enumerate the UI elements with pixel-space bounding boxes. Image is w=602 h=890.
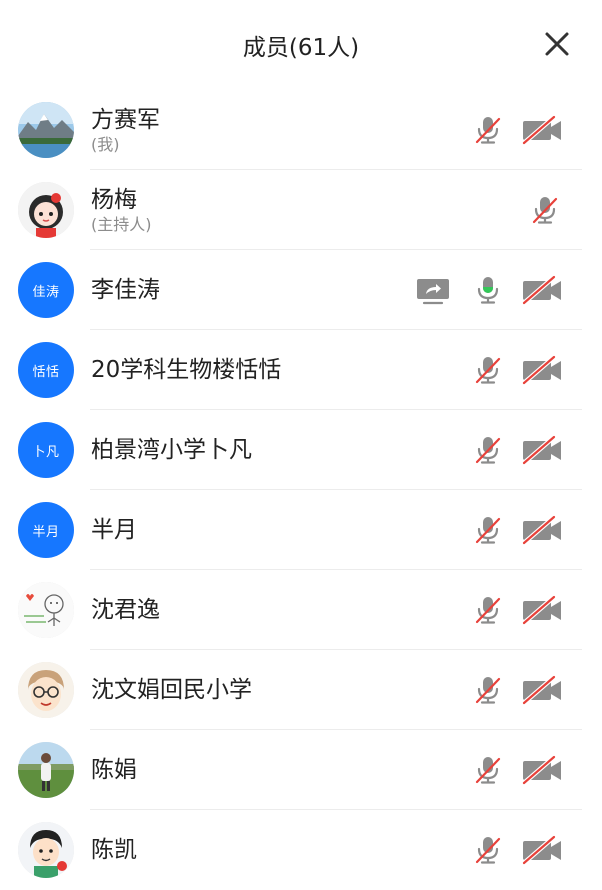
mic-muted-icon[interactable] — [469, 751, 507, 789]
header: 成员(61人) — [0, 0, 602, 90]
member-row[interactable]: 陈凯 — [0, 810, 602, 890]
camera-off-icon[interactable] — [520, 671, 564, 709]
mic-active-icon[interactable] — [469, 271, 507, 309]
member-name: 沈君逸 — [91, 597, 160, 623]
mic-muted-icon[interactable] — [469, 431, 507, 469]
member-row[interactable]: 恬恬 20学科生物楼恬恬 — [0, 330, 602, 410]
member-name: 方赛军 — [91, 107, 160, 133]
avatar — [18, 102, 74, 158]
member-row[interactable]: 半月 半月 — [0, 490, 602, 570]
member-name: 杨梅 — [91, 187, 137, 213]
member-info: 柏景湾小学卜凡 — [91, 410, 252, 490]
mic-muted-icon[interactable] — [469, 111, 507, 149]
member-name: 李佳涛 — [91, 277, 160, 303]
member-row[interactable]: 沈君逸 — [0, 570, 602, 650]
member-row[interactable]: 卜凡 柏景湾小学卜凡 — [0, 410, 602, 490]
member-role: (我) — [91, 135, 120, 154]
member-name: 柏景湾小学卜凡 — [91, 437, 252, 463]
mic-muted-icon[interactable] — [469, 351, 507, 389]
avatar: 恬恬 — [18, 342, 74, 398]
mic-muted-icon[interactable] — [469, 831, 507, 869]
avatar: 佳涛 — [18, 262, 74, 318]
member-role: (主持人) — [91, 215, 152, 234]
camera-off-icon[interactable] — [520, 271, 564, 309]
member-info: 20学科生物楼恬恬 — [91, 330, 281, 410]
member-row[interactable]: 杨梅 (主持人) — [0, 170, 602, 250]
camera-off-icon[interactable] — [520, 511, 564, 549]
page-title: 成员(61人) — [242, 35, 360, 61]
member-row[interactable]: 方赛军 (我) — [0, 90, 602, 170]
screen-share-icon[interactable] — [414, 271, 452, 309]
camera-off-icon[interactable] — [520, 591, 564, 629]
camera-off-icon[interactable] — [520, 831, 564, 869]
mic-muted-icon[interactable] — [526, 191, 564, 229]
member-info: 杨梅 (主持人) — [91, 170, 152, 250]
member-info: 沈君逸 — [91, 570, 160, 650]
avatar — [18, 662, 74, 718]
mic-muted-icon[interactable] — [469, 511, 507, 549]
close-icon[interactable] — [542, 29, 572, 59]
member-name: 20学科生物楼恬恬 — [91, 357, 282, 383]
mic-muted-icon[interactable] — [469, 671, 507, 709]
member-name: 陈凯 — [91, 837, 137, 863]
avatar: 卜凡 — [18, 422, 74, 478]
member-info: 方赛军 (我) — [91, 90, 160, 170]
camera-off-icon[interactable] — [520, 751, 564, 789]
member-info: 沈文娟回民小学 — [91, 650, 252, 730]
avatar — [18, 182, 74, 238]
member-name: 陈娟 — [91, 757, 137, 783]
member-list: 方赛军 (我) 杨梅 (主持人) 佳涛 李佳涛 恬恬 20学科生物楼恬恬 卜凡 … — [0, 90, 602, 890]
member-info: 陈娟 — [91, 730, 137, 810]
member-info: 半月 — [91, 490, 137, 570]
avatar — [18, 742, 74, 798]
camera-off-icon[interactable] — [520, 111, 564, 149]
camera-off-icon[interactable] — [520, 351, 564, 389]
member-row[interactable]: 陈娟 — [0, 730, 602, 810]
avatar — [18, 582, 74, 638]
mic-muted-icon[interactable] — [469, 591, 507, 629]
avatar — [18, 822, 74, 878]
avatar: 半月 — [18, 502, 74, 558]
member-info: 陈凯 — [91, 810, 137, 890]
member-row[interactable]: 沈文娟回民小学 — [0, 650, 602, 730]
camera-off-icon[interactable] — [520, 431, 564, 469]
member-name: 半月 — [91, 517, 137, 543]
member-name: 沈文娟回民小学 — [91, 677, 252, 703]
member-info: 李佳涛 — [91, 250, 160, 330]
member-row[interactable]: 佳涛 李佳涛 — [0, 250, 602, 330]
